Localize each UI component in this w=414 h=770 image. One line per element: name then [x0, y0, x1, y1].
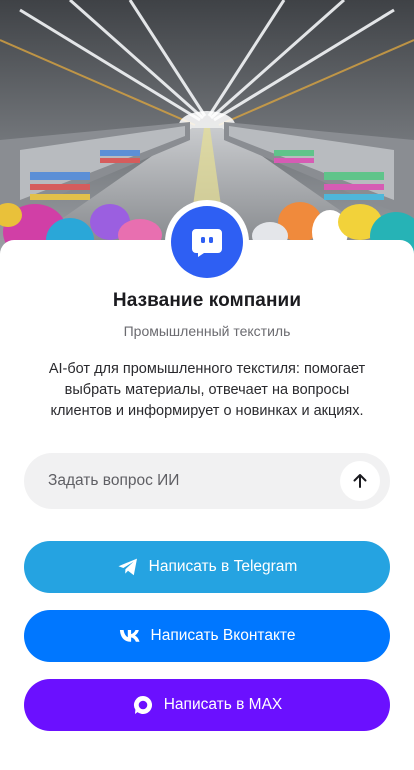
ask-ai-input[interactable] [48, 453, 338, 509]
vk-button-label: Написать Вконтакте [150, 627, 296, 644]
telegram-button-label: Написать в Telegram [148, 558, 298, 575]
arrow-up-icon [353, 474, 367, 488]
chat-bot-icon [192, 229, 222, 257]
company-category: Промышленный текстиль [123, 323, 291, 339]
vk-icon [119, 625, 141, 647]
write-telegram-button[interactable]: Написать в Telegram [24, 541, 390, 593]
max-icon [132, 694, 154, 716]
company-name: Название компании [112, 290, 302, 311]
write-max-button[interactable]: Написать в MAX [24, 679, 390, 731]
company-description: AI-бот для промышленного текстиля: помог… [48, 361, 366, 419]
ask-ai-field [24, 453, 390, 509]
avatar [171, 206, 243, 278]
max-button-label: Написать в MAX [163, 696, 283, 713]
send-button[interactable] [340, 461, 380, 501]
telegram-icon [117, 556, 139, 578]
write-vk-button[interactable]: Написать Вконтакте [24, 610, 390, 662]
